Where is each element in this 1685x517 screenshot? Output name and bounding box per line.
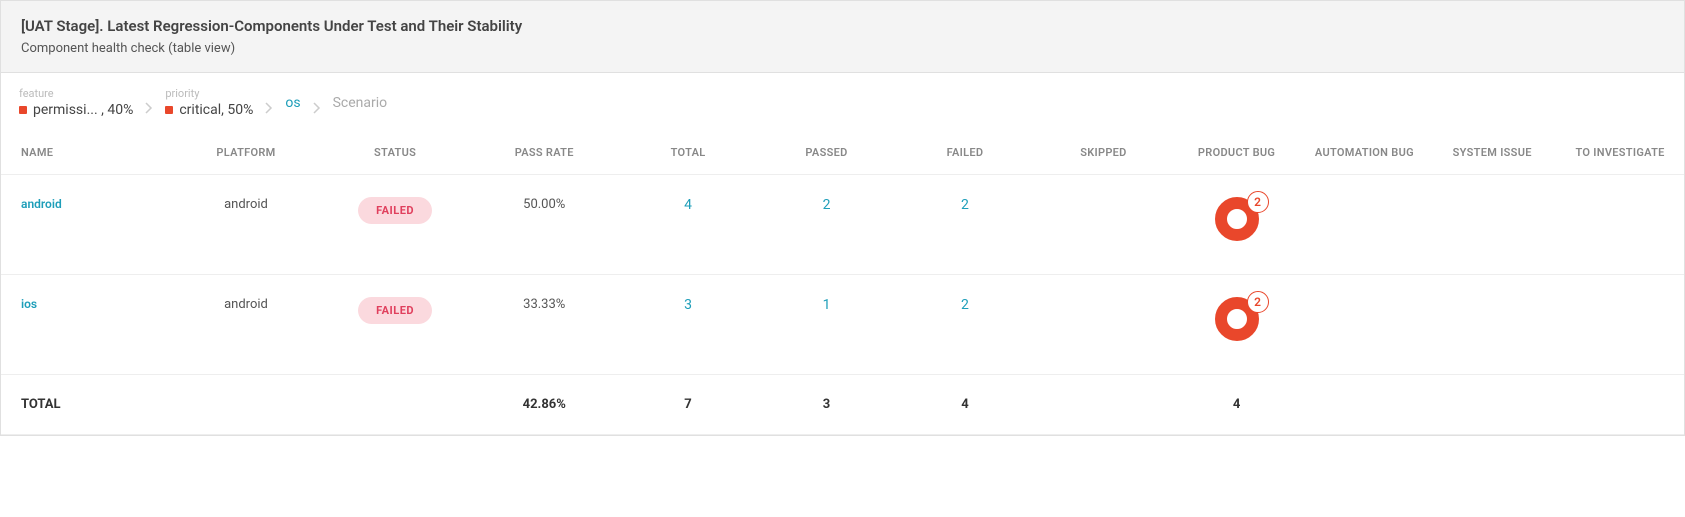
total-system-issue [1428,375,1556,435]
total-total: 7 [619,375,757,435]
col-name[interactable]: NAME [1,136,171,175]
table-header-row: NAME PLATFORM STATUS PASS RATE TOTAL PAS… [1,136,1684,175]
cell-failed-link[interactable]: 2 [961,297,969,313]
col-to-investigate[interactable]: TO INVESTIGATE [1556,136,1684,175]
status-swatch-icon [19,106,27,114]
col-platform[interactable]: PLATFORM [171,136,320,175]
breadcrumb-item-scenario: Scenario [333,95,388,111]
product-bug-donut[interactable]: 2 [1215,297,1259,341]
cell-to-investigate [1556,175,1684,275]
donut-count-badge: 2 [1247,191,1269,213]
widget-subtitle: Component health check (table view) [21,41,1664,56]
cell-to-investigate [1556,275,1684,375]
col-product-bug[interactable]: PRODUCT BUG [1173,136,1301,175]
cell-skipped [1034,275,1172,375]
table-row: android android FAILED 50.00% 4 2 2 2 [1,175,1684,275]
breadcrumb: feature permissi... , 40% priority criti… [1,73,1684,136]
total-pass-rate: 42.86% [470,375,619,435]
status-badge: FAILED [358,297,432,324]
chevron-right-icon [259,102,279,118]
cell-system-issue [1428,275,1556,375]
total-product-bug: 4 [1173,375,1301,435]
status-swatch-icon [165,106,173,114]
breadcrumb-label: priority [165,87,253,100]
cell-total-link[interactable]: 3 [684,297,692,313]
col-failed[interactable]: FAILED [896,136,1034,175]
col-total[interactable]: TOTAL [619,136,757,175]
cell-system-issue [1428,175,1556,275]
cell-platform: android [171,175,320,275]
col-pass-rate[interactable]: PASS RATE [470,136,619,175]
breadcrumb-item-priority[interactable]: priority critical, 50% [165,87,253,118]
breadcrumb-item-os[interactable]: os [285,95,300,111]
donut-count-badge: 2 [1247,291,1269,313]
cell-passed-link[interactable]: 1 [823,297,831,313]
cell-pass-rate: 50.00% [470,175,619,275]
widget-body: feature permissi... , 40% priority criti… [0,73,1685,436]
total-to-investigate [1556,375,1684,435]
cell-pass-rate: 33.33% [470,275,619,375]
breadcrumb-text: permissi... , 40% [33,102,133,118]
cell-automation-bug [1300,175,1428,275]
total-failed: 4 [896,375,1034,435]
col-status[interactable]: STATUS [321,136,470,175]
breadcrumb-text: critical, 50% [179,102,253,118]
col-passed[interactable]: PASSED [757,136,895,175]
total-passed: 3 [757,375,895,435]
col-skipped[interactable]: SKIPPED [1034,136,1172,175]
col-system-issue[interactable]: SYSTEM ISSUE [1428,136,1556,175]
cell-failed-link[interactable]: 2 [961,197,969,213]
total-automation-bug [1300,375,1428,435]
breadcrumb-label: feature [19,87,133,100]
total-label: TOTAL [1,375,171,435]
cell-total-link[interactable]: 4 [684,197,692,213]
product-bug-donut[interactable]: 2 [1215,197,1259,241]
chevron-right-icon [139,102,159,118]
row-name-link[interactable]: ios [21,297,37,311]
cell-automation-bug [1300,275,1428,375]
breadcrumb-item-feature[interactable]: feature permissi... , 40% [19,87,133,118]
cell-passed-link[interactable]: 2 [823,197,831,213]
table-total-row: TOTAL 42.86% 7 3 4 4 [1,375,1684,435]
cell-skipped [1034,175,1172,275]
status-badge: FAILED [358,197,432,224]
table-row: ios android FAILED 33.33% 3 1 2 2 [1,275,1684,375]
widget-title: [UAT Stage]. Latest Regression-Component… [21,17,1664,35]
cell-platform: android [171,275,320,375]
row-name-link[interactable]: android [21,197,62,211]
total-skipped [1034,375,1172,435]
component-table: NAME PLATFORM STATUS PASS RATE TOTAL PAS… [1,136,1684,435]
col-automation-bug[interactable]: AUTOMATION BUG [1300,136,1428,175]
chevron-right-icon [307,102,327,118]
widget-header: [UAT Stage]. Latest Regression-Component… [0,0,1685,73]
